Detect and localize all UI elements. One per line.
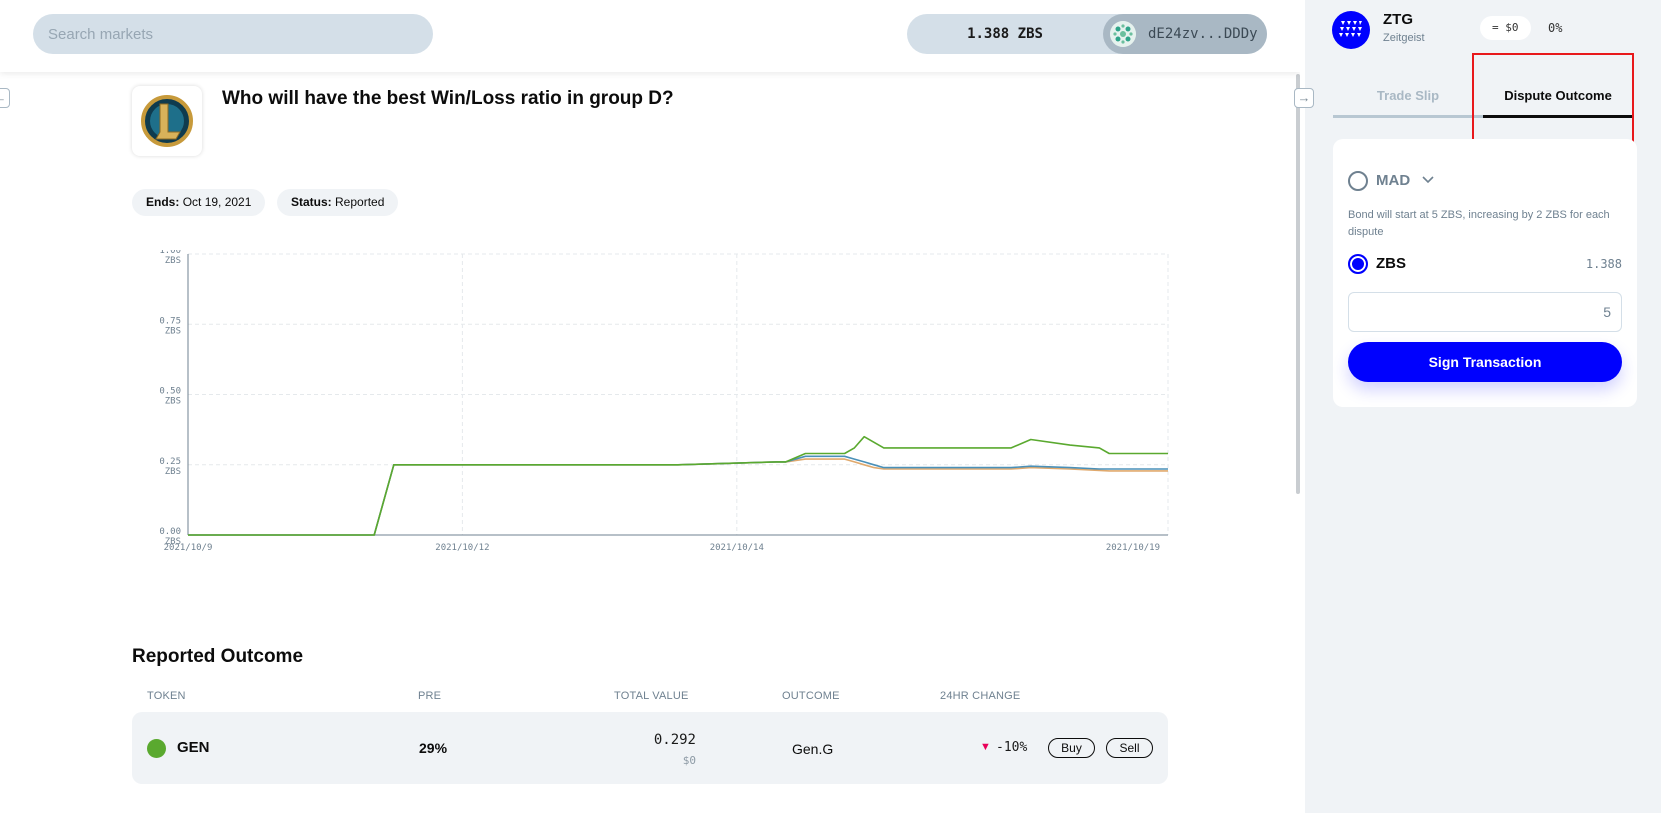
wallet-address: dE24zv...DDDy [1148,26,1258,42]
down-arrow-icon: ▼ [980,741,991,753]
series-line [188,458,1168,536]
change-value: -10% [996,740,1028,755]
pre-value: 29% [419,740,448,756]
mad-radio[interactable] [1348,171,1368,191]
ztg-logo-icon [1332,11,1370,49]
zbs-radio[interactable] [1348,254,1368,274]
column-header-24hr-change: 24HR CHANGE [940,690,1021,702]
wallet-balance: 1.388 ZBS [967,26,1043,42]
x-tick-label: 2021/10/19 [1106,543,1160,553]
chevron-down-icon[interactable] [1421,168,1435,193]
y-tick-label: 0.75 ZBS [159,316,181,336]
wallet-widget[interactable]: 1.388 ZBS dE24zv...DDDy [907,14,1267,54]
ends-date-badge: Ends: Oct 19, 2021 [132,189,266,216]
status-label: Status: [291,195,332,209]
dispute-card: MAD Bond will start at 5 ZBS, increasing… [1333,139,1637,407]
ztg-symbol: ZTG [1383,11,1413,28]
total-value: 0.292 [653,732,696,748]
wallet-account-button[interactable]: dE24zv...DDDy [1103,14,1267,54]
ends-value: Oct 19, 2021 [182,195,252,209]
y-tick-label: 0.50 ZBS [159,387,181,407]
tab-trade-slip[interactable]: Trade Slip [1333,84,1483,118]
right-sidebar: → ZTG Zeitgeist = $0 0% Trade Slip Dispu… [1294,0,1661,813]
x-tick-label: 2021/10/12 [435,543,489,553]
bond-amount-input[interactable] [1348,292,1622,332]
y-tick-label: 0.25 ZBS [159,457,181,477]
top-bar: 1.388 ZBS dE24zv...DDDy [0,0,1300,72]
wallet-avatar-icon [1110,21,1136,47]
price-history-chart: 0.00 ZBS0.25 ZBS0.50 ZBS0.75 ZBS1.00 ZBS2021/… [159,250,1169,553]
table-row: GEN 29% 0.292 $0 Gen.G ▼ -10% Buy Sell [132,712,1168,784]
status-badge: Status: Reported [277,189,399,216]
ztg-change: 0% [1548,21,1563,35]
x-tick-label: 2021/10/14 [710,543,764,553]
column-header-pre: PRE [418,690,442,702]
search-input[interactable] [33,14,433,54]
ztg-name: Zeitgeist [1383,32,1425,44]
tab-trade-slip-label: Trade Slip [1376,88,1440,103]
column-header-token: TOKEN [147,690,186,702]
market-question-title: Who will have the best Win/Loss ratio in… [222,88,674,109]
outcome-name: Gen.G [792,741,834,757]
sign-transaction-button[interactable]: Sign Transaction [1348,342,1622,382]
sell-button[interactable]: Sell [1106,738,1153,758]
series-line [188,435,1168,536]
status-value: Reported [335,195,385,209]
zbs-balance: 1.388 [1585,257,1622,271]
column-header-outcome: OUTCOME [782,690,840,702]
column-header-total-value: TOTAL VALUE [614,690,689,702]
scrollbar[interactable] [1296,74,1300,494]
main-content: 1.388 ZBS dE24zv...DDDy ← [0,0,1300,813]
buy-button[interactable]: Buy [1048,738,1095,758]
y-tick-label: 1.00 ZBS [159,250,181,266]
collapse-right-arrow-icon[interactable]: → [1294,88,1314,108]
token-name: GEN [177,739,210,756]
token-color-dot [147,739,166,758]
collapse-left-arrow-icon[interactable]: ← [0,88,10,108]
market-logo-icon [132,86,202,156]
total-value-usd: $0 [682,754,696,767]
reported-outcome-title: Reported Outcome [132,646,304,667]
bond-note: Bond will start at 5 ZBS, increasing by … [1348,209,1610,238]
ends-label: Ends: [146,195,180,209]
mad-label: MAD [1376,172,1411,189]
ztg-price-badge: = $0 [1480,16,1531,40]
zbs-label: ZBS [1376,255,1406,272]
x-tick-label: 2021/10/9 [164,543,213,553]
